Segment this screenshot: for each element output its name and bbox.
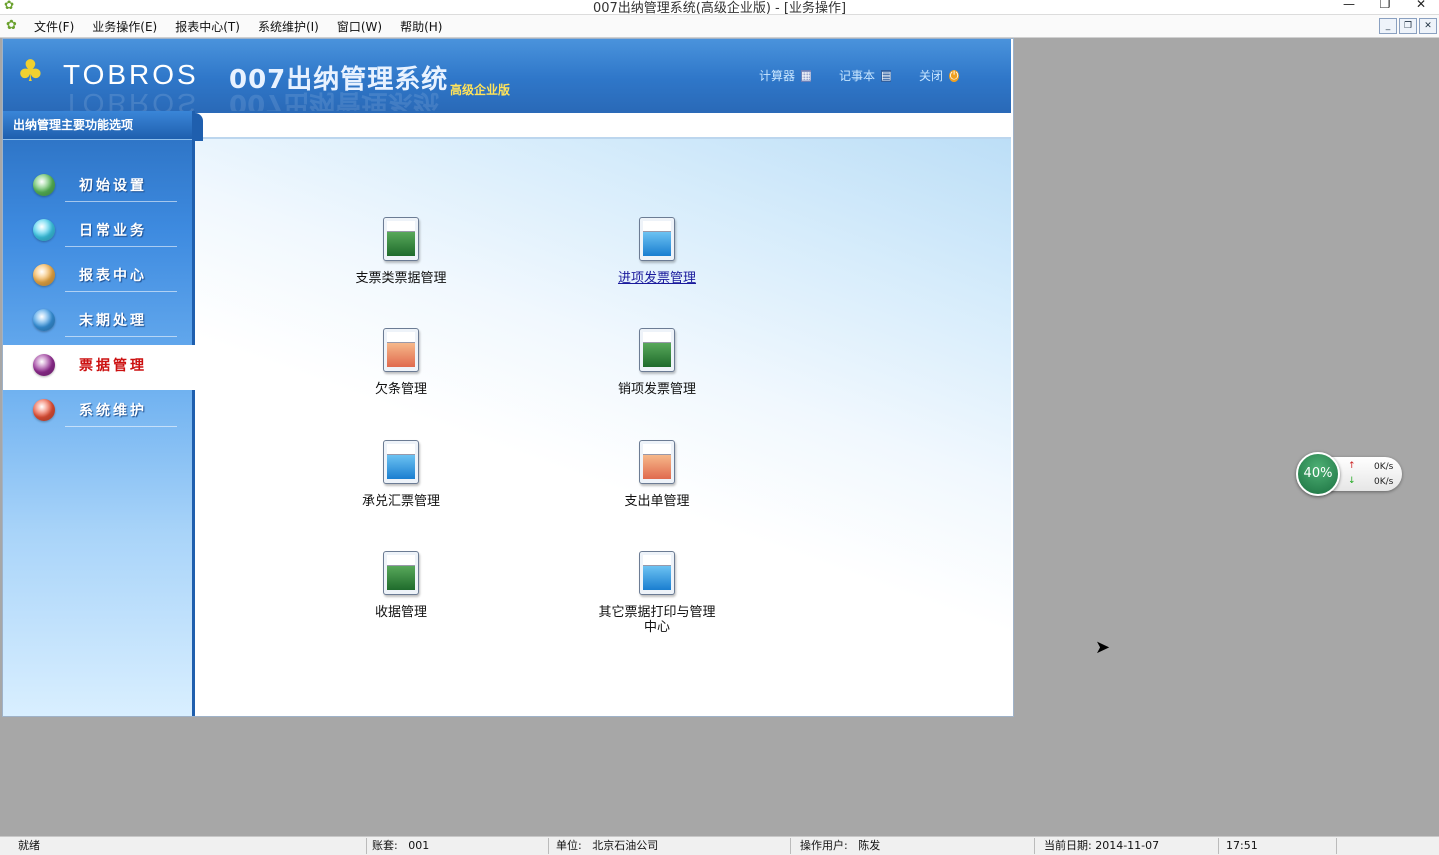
edition-label: 高级企业版 [450,83,511,97]
sidebar: 出纳管理主要功能选项 初始设置日常业务报表中心末期处理票据管理系统维护 [3,111,198,716]
function-tile-label: 承兑汇票管理 [361,494,440,509]
function-tile-label: 支出单管理 [624,494,690,509]
function-tile-label: 支票类票据管理 [355,271,447,286]
calculator-link[interactable]: 计算器 ▦ [759,67,811,84]
download-arrow-icon: ↓ [1348,476,1356,486]
green-document-icon [639,328,675,372]
child-window-controls: _ ❐ ✕ [1379,18,1437,34]
menu-business[interactable]: 业务操作(E) [92,18,157,35]
sidebar-title: 出纳管理主要功能选项 [3,111,192,140]
window-title: 007出纳管理系统(高级企业版) - [业务操作] [592,1,847,16]
sphere-icon [33,264,55,286]
sphere-icon [33,354,55,376]
sidebar-item-divider [65,426,177,427]
sidebar-item-0[interactable]: 初始设置 [3,165,195,210]
business-window: ♣ TOBROS TOBROS 007出纳管理系统 007出纳管理系统 高级企业… [2,38,1014,717]
menu-bar: ✿ 文件(F) 业务操作(E) 报表中心(T) 系统维护(I) 窗口(W) 帮助… [0,15,1439,38]
status-account: 账套: 001 [372,838,549,854]
green-document-icon [383,217,419,261]
restore-icon[interactable]: ❐ [1367,0,1403,13]
blue-document-icon [383,440,419,484]
sidebar-nav: 初始设置日常业务报表中心末期处理票据管理系统维护 [3,165,198,435]
menu-report[interactable]: 报表中心(T) [175,18,240,35]
function-tile-1[interactable]: 进项发票管理 [587,217,727,286]
sidebar-item-2[interactable]: 报表中心 [3,255,195,300]
app-header: ♣ TOBROS TOBROS 007出纳管理系统 007出纳管理系统 高级企业… [3,39,1011,119]
mouse-cursor-icon: ➤ [1095,637,1111,658]
function-tile-7[interactable]: 其它票据打印与管理中心 [587,551,727,635]
notepad-icon: ▤ [881,68,892,82]
sidebar-item-divider [65,336,177,337]
status-ready: 就绪 [18,838,367,854]
window-controls: — ❐ ✕ [1331,0,1439,13]
notepad-link[interactable]: 记事本 ▤ [839,67,891,84]
content-top-bar [195,111,1011,141]
sidebar-item-label: 末期处理 [79,313,147,329]
sphere-icon [33,219,55,241]
sidebar-item-label: 日常业务 [79,223,147,239]
sidebar-item-label: 票据管理 [79,358,147,374]
status-user: 操作用户: 陈发 [800,838,1035,854]
function-tile-6[interactable]: 收据管理 [331,551,471,620]
child-minimize-icon[interactable]: _ [1379,18,1397,34]
content-area: 支票类票据管理 进项发票管理欠条管理 销项发票管理承兑汇票管理 支出单管理收据管理 其它… [195,111,1011,716]
minimize-icon[interactable]: — [1331,0,1367,13]
net-speed-widget[interactable]: 40% ↑ 0K/s ↓ 0K/s [1296,452,1402,496]
orange-document-icon [639,440,675,484]
sidebar-item-5[interactable]: 系统维护 [3,390,195,435]
blue-document-icon [639,551,675,595]
sidebar-item-divider [65,246,177,247]
sphere-icon [33,309,55,331]
menu-app-icon[interactable]: ✿ [6,18,17,33]
power-icon: ⏻ [949,68,960,82]
menu-help[interactable]: 帮助(H) [400,18,442,35]
function-tile-3[interactable]: 销项发票管理 [587,328,727,397]
function-tile-0[interactable]: 支票类票据管理 [331,217,471,286]
sphere-icon [33,399,55,421]
blue-document-icon [639,217,675,261]
child-close-icon[interactable]: ✕ [1419,18,1437,34]
close-icon[interactable]: ✕ [1403,0,1439,13]
function-tile-label: 进项发票管理 [617,271,696,286]
sphere-icon [33,174,55,196]
green-document-icon [383,551,419,595]
sidebar-item-divider [65,291,177,292]
function-tile-5[interactable]: 支出单管理 [587,440,727,509]
function-tile-2[interactable]: 欠条管理 [331,328,471,397]
status-time: 17:51 [1226,838,1337,854]
title-bar: ✿ 007出纳管理系统(高级企业版) - [业务操作] — ❐ ✕ [0,0,1439,16]
sidebar-item-label: 报表中心 [79,268,147,284]
function-tile-label: 收据管理 [374,605,427,620]
sidebar-item-4[interactable]: 票据管理 [3,345,198,390]
sidebar-item-divider [65,201,177,202]
child-restore-icon[interactable]: ❐ [1399,18,1417,34]
sidebar-item-3[interactable]: 末期处理 [3,300,195,345]
close-link[interactable]: 关闭 ⏻ [919,67,960,84]
status-date: 当前日期: 2014-11-07 [1044,838,1219,854]
calculator-icon: ▦ [801,68,812,82]
status-unit: 单位: 北京石油公司 [556,838,791,854]
function-tile-label: 欠条管理 [374,382,427,397]
download-speed: 0K/s [1374,477,1394,487]
function-tile-label: 其它票据打印与管理中心 [598,605,716,635]
function-tile-label: 销项发票管理 [617,382,696,397]
status-bar: 就绪 账套: 001 单位: 北京石油公司 操作用户: 陈发 当前日期: 201… [0,836,1439,855]
upload-speed: 0K/s [1374,462,1394,472]
logo-icon: ♣ [17,54,44,89]
upload-arrow-icon: ↑ [1348,461,1356,471]
orange-document-icon [383,328,419,372]
sidebar-item-1[interactable]: 日常业务 [3,210,195,255]
menu-window[interactable]: 窗口(W) [337,18,382,35]
sidebar-item-label: 系统维护 [79,403,147,419]
sidebar-item-label: 初始设置 [79,178,147,194]
function-tile-4[interactable]: 承兑汇票管理 [331,440,471,509]
menu-maintenance[interactable]: 系统维护(I) [258,18,319,35]
menu-file[interactable]: 文件(F) [34,18,74,35]
memory-percent: 40% [1296,452,1340,496]
